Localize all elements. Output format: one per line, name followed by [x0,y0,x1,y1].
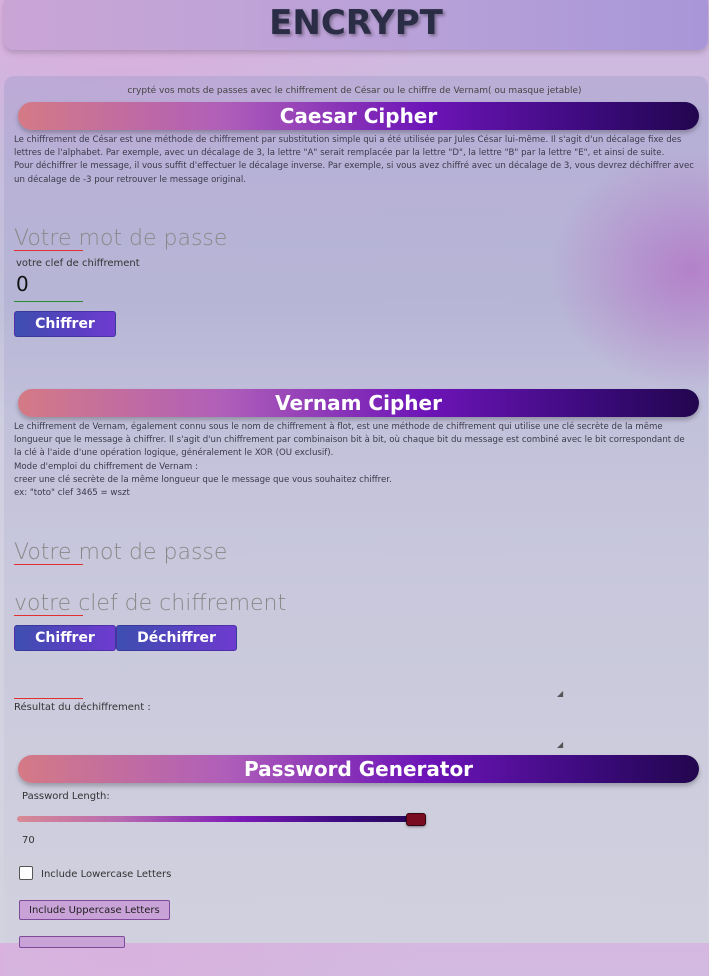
caesar-description-text-2: Pour déchiffrer le message, il vous suff… [14,161,694,185]
vernam-decrypt-button[interactable]: Déchiffrer [116,625,237,651]
caesar-description-text-1: Le chiffrement de César est une méthode … [14,135,682,159]
vernam-description-text-4: ex: "toto" clef 3465 = wszt [14,488,130,499]
generator-section-header: Password Generator [18,755,699,783]
caesar-key-input[interactable]: 0 [16,272,29,296]
vernam-output-underline [14,698,83,699]
vernam-description: Le chiffrement de Vernam, également conn… [14,421,694,500]
option-toggle[interactable] [19,936,125,948]
length-label: Password Length: [22,791,110,802]
page-title: ENCRYPT [269,3,443,43]
caesar-password-underline [14,250,83,251]
result-label: Résultat du déchiffrement : [14,702,151,713]
lowercase-label: Include Lowercase Letters [41,869,172,880]
caesar-description: Le chiffrement de César est une méthode … [14,134,694,187]
vernam-description-text-2: Mode d'emploi du chiffrement de Vernam : [14,461,198,472]
caesar-key-label: votre clef de chiffrement [16,258,140,269]
lowercase-checkbox[interactable] [19,866,33,880]
vernam-encrypt-button[interactable]: Chiffrer [14,625,116,651]
vernam-description-text-3: creer une clé secrète de la même longueu… [14,474,392,485]
main-panel [4,76,708,976]
tagline: crypté vos mots de passes avec le chiffr… [127,86,582,96]
caesar-key-underline [14,301,83,302]
vernam-password-underline [14,564,83,565]
caesar-encrypt-button[interactable]: Chiffrer [14,311,116,337]
vernam-password-input[interactable]: Votre mot de passe [14,540,227,565]
length-slider-thumb[interactable] [406,813,426,826]
uppercase-toggle[interactable]: Include Uppercase Letters [19,900,170,920]
caesar-section-header: Caesar Cipher [18,102,699,130]
result-textarea-resize-handle[interactable]: ◢ [557,741,564,749]
caesar-password-input[interactable]: Votre mot de passe [14,226,227,251]
vernam-output-resize-handle[interactable]: ◢ [557,690,564,698]
app-header: ENCRYPT [4,0,708,50]
vernam-key-input[interactable]: votre clef de chiffrement [14,591,286,616]
length-value: 70 [22,835,35,846]
vernam-description-text-1: Le chiffrement de Vernam, également conn… [14,422,685,459]
vernam-key-underline [14,615,83,616]
length-slider[interactable] [17,816,425,822]
vernam-section-header: Vernam Cipher [18,389,699,417]
